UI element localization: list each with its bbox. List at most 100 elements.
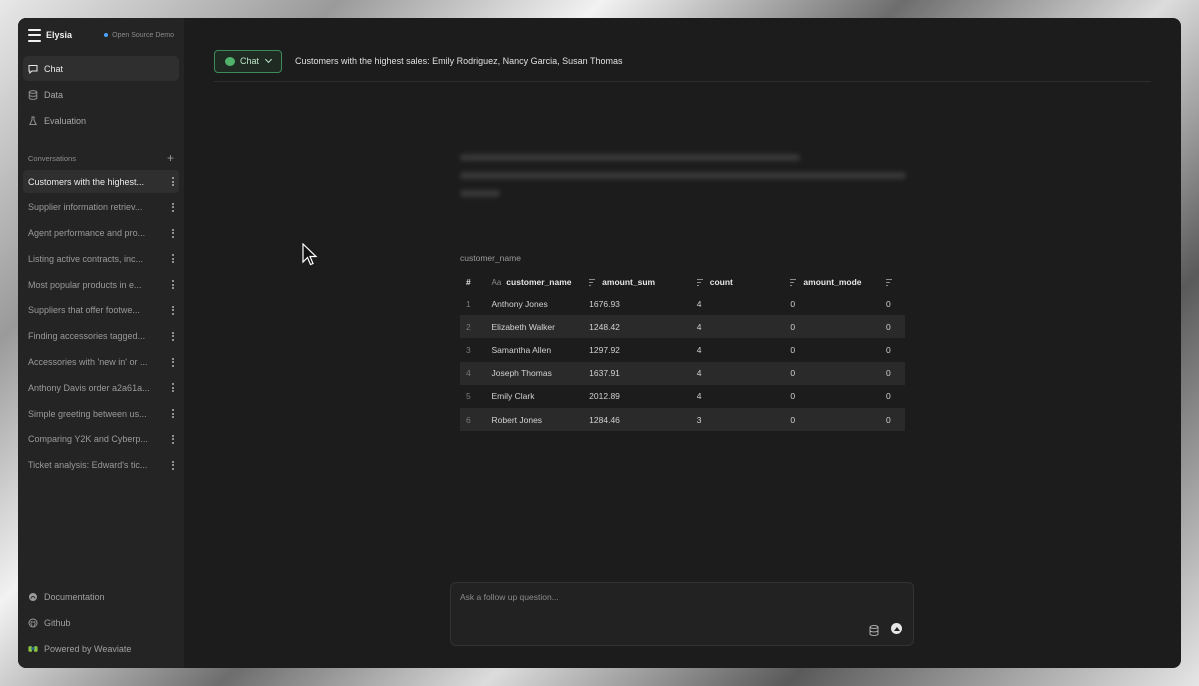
- docs-icon: [28, 592, 38, 602]
- mouse-cursor-icon: [302, 243, 318, 266]
- row-index: 5: [466, 391, 471, 402]
- conversation-label: Customers with the highest...: [28, 176, 145, 187]
- table-row: 6 Robert Jones 1284.46 3 0 0: [460, 407, 905, 432]
- more-options-icon[interactable]: [172, 460, 174, 470]
- number-type-icon: [886, 278, 894, 286]
- mode-label: Chat: [240, 56, 260, 66]
- conversation-label: Comparing Y2K and Cyberp...: [28, 434, 148, 445]
- more-options-icon[interactable]: [172, 280, 174, 290]
- demo-badge: Open Source Demo: [104, 32, 174, 39]
- nav-item-evaluation[interactable]: Evaluation: [23, 108, 179, 133]
- column-header-extra[interactable]: [880, 271, 905, 292]
- more-options-icon[interactable]: [172, 177, 174, 186]
- app-window: Elysia Open Source Demo Chat Data Evalua…: [18, 18, 1181, 668]
- results-table: # Aa customer_name amount_sum count amoun…: [460, 271, 905, 432]
- more-options-icon[interactable]: [172, 254, 174, 264]
- mode-dropdown-button[interactable]: Chat: [214, 49, 283, 73]
- github-link[interactable]: Github: [23, 610, 179, 636]
- status-dot-icon: [104, 33, 109, 37]
- more-options-icon[interactable]: [172, 202, 174, 212]
- cell-count: 4: [690, 315, 785, 339]
- github-icon: [28, 618, 38, 628]
- nav-label-evaluation: Evaluation: [44, 115, 87, 126]
- elysia-logo-icon: [28, 28, 41, 42]
- row-index: 2: [460, 315, 486, 339]
- more-options-icon[interactable]: [172, 409, 174, 419]
- follow-up-input[interactable]: [460, 592, 840, 602]
- cell-amount-sum: 1676.93: [589, 298, 620, 309]
- cell-count: 3: [690, 407, 785, 432]
- cell-extra: 0: [886, 298, 891, 309]
- conversation-item[interactable]: Anthony Davis order a2a61a...: [23, 376, 179, 399]
- cell-amount-mode: 0: [790, 298, 796, 309]
- conversation-item[interactable]: Simple greeting between us...: [23, 402, 179, 425]
- conversation-label: Listing active contracts, inc...: [28, 253, 144, 264]
- column-header-amount-sum[interactable]: amount_sum: [583, 271, 691, 292]
- conversation-item[interactable]: Accessories with 'new in' or ...: [23, 351, 179, 374]
- conversation-item[interactable]: Customers with the highest...: [23, 170, 179, 193]
- sidebar-footer: Documentation Github Powered by Weaviate: [23, 584, 179, 662]
- powered-by-label: Powered by Weaviate: [44, 644, 132, 654]
- flask-icon: [28, 116, 38, 126]
- more-options-icon[interactable]: [172, 383, 174, 393]
- cell-amount-mode: 0: [784, 361, 880, 385]
- send-icon[interactable]: [891, 623, 902, 634]
- cell-customer-name: Joseph Thomas: [485, 361, 584, 385]
- conversation-item[interactable]: Finding accessories tagged...: [23, 325, 179, 348]
- conversation-item[interactable]: Suppliers that offer footwe...: [23, 299, 179, 322]
- table-row: 5 Emily Clark 2012.89 4 0 0: [460, 385, 905, 408]
- brand-name: Elysia: [46, 30, 73, 40]
- table-row: 1 Anthony Jones 1676.93 4 0 0: [460, 292, 905, 315]
- column-header-count[interactable]: count: [691, 271, 785, 292]
- cell-amount-sum: 2012.89: [589, 391, 620, 402]
- cell-extra: 0: [886, 344, 891, 355]
- cell-amount-sum: 1248.42: [583, 315, 691, 339]
- column-header-index[interactable]: #: [460, 271, 486, 292]
- conversation-item[interactable]: Listing active contracts, inc...: [23, 247, 179, 270]
- new-conversation-plus-icon[interactable]: +: [167, 152, 174, 164]
- conversations-header: Conversations +: [23, 148, 179, 168]
- cell-count: 4: [696, 344, 702, 355]
- documentation-link[interactable]: Documentation: [23, 584, 179, 610]
- conversation-item[interactable]: Supplier information retriev...: [23, 196, 179, 219]
- cell-count: 4: [696, 298, 702, 309]
- nav-label-data: Data: [44, 89, 64, 100]
- conversation-label: Accessories with 'new in' or ...: [28, 357, 148, 368]
- nav-item-data[interactable]: Data: [23, 82, 179, 107]
- cell-customer-name: Elizabeth Walker: [485, 315, 584, 339]
- more-options-icon[interactable]: [172, 228, 174, 238]
- cell-extra: 0: [880, 407, 905, 432]
- more-options-icon[interactable]: [172, 305, 174, 315]
- conversation-item[interactable]: Ticket analysis: Edward's tic...: [23, 454, 179, 477]
- chat-icon: [28, 64, 38, 74]
- demo-badge-label: Open Source Demo: [112, 31, 174, 39]
- table-header-row: # Aa customer_name amount_sum count amoun…: [460, 271, 905, 292]
- main-panel: Chat Customers with the highest sales: E…: [184, 18, 1181, 668]
- conversation-item[interactable]: Most popular products in e...: [23, 273, 179, 296]
- conversation-label: Suppliers that offer footwe...: [28, 305, 140, 316]
- nav-item-chat[interactable]: Chat: [23, 56, 179, 81]
- cell-extra: 0: [880, 361, 905, 385]
- database-icon[interactable]: [869, 623, 879, 636]
- column-header-label: amount_sum: [602, 276, 656, 287]
- cell-amount-sum: 1637.91: [583, 361, 691, 385]
- conversation-item[interactable]: Agent performance and pro...: [23, 222, 179, 245]
- more-options-icon[interactable]: [172, 331, 174, 341]
- cell-customer-name: Anthony Jones: [491, 298, 548, 309]
- documentation-label: Documentation: [44, 592, 105, 602]
- more-options-icon[interactable]: [172, 434, 174, 444]
- cell-amount-mode: 0: [784, 407, 880, 432]
- chevron-down-icon: [264, 55, 273, 64]
- cell-extra: 0: [886, 391, 891, 402]
- column-header-label: count: [709, 276, 733, 287]
- column-header-amount-mode[interactable]: amount_mode: [784, 271, 880, 292]
- powered-by-link[interactable]: Powered by Weaviate: [23, 636, 179, 662]
- conversation-title: Customers with the highest sales: Emily …: [295, 56, 623, 66]
- column-header-customer-name[interactable]: Aa customer_name: [486, 271, 584, 292]
- follow-up-input-box: [450, 582, 914, 646]
- cell-amount-mode: 0: [784, 315, 880, 339]
- more-options-icon[interactable]: [172, 357, 174, 367]
- conversation-item[interactable]: Comparing Y2K and Cyberp...: [23, 428, 179, 451]
- github-label: Github: [44, 618, 71, 628]
- conversation-label: Simple greeting between us...: [28, 408, 147, 419]
